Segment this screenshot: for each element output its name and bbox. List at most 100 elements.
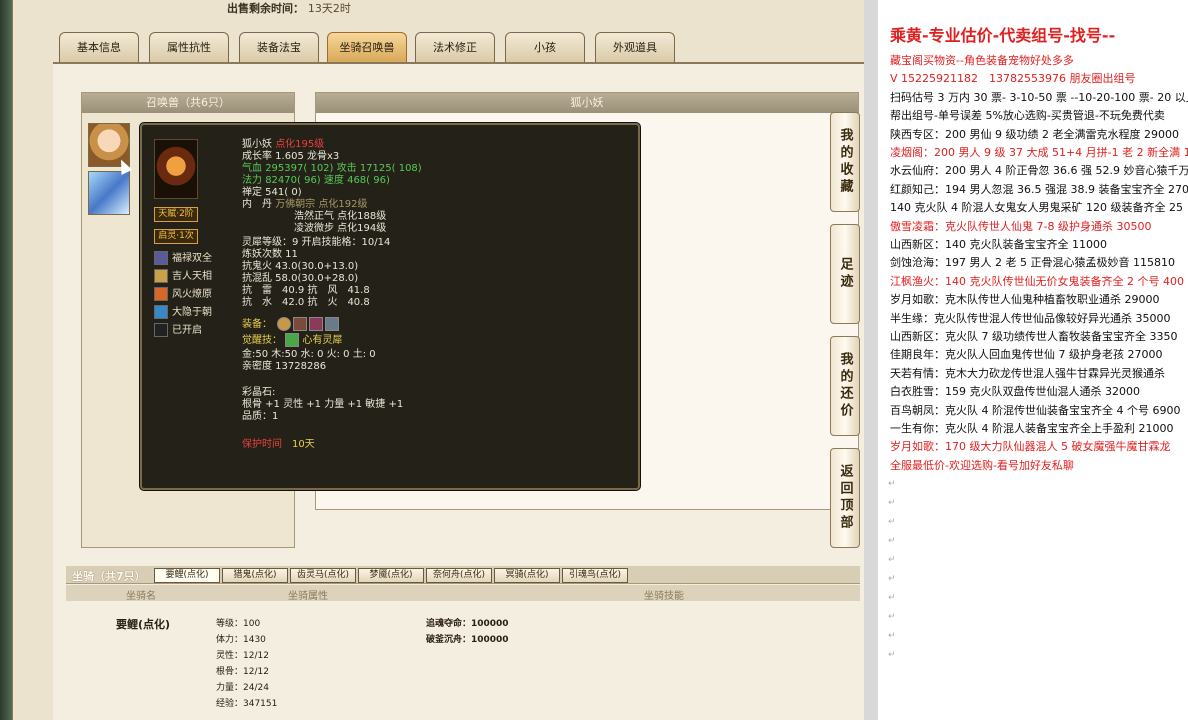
doc-line: 岁月如歌：克木队传世人仙鬼种植畜牧职业通杀 29000 — [890, 293, 1160, 307]
col-mount-name: 坐骑名 — [126, 591, 156, 602]
mount-attr-stamina: 体力：1430 — [216, 635, 266, 645]
pet-skill-2: 吉人天相 — [154, 269, 212, 285]
tab-appearance[interactable]: 外观道具 — [595, 32, 675, 62]
equip-claw-icon[interactable] — [293, 317, 308, 331]
doc-line: 水云仙府：200 男人 4 阶正骨忽 36.6 强 52.9 妙音心猿千万 — [890, 164, 1188, 178]
doc-line: 剑蚀沧海：197 男人 2 老 5 正骨混心猿孟极妙音 115810 — [890, 256, 1175, 270]
equip-line: 装备： — [242, 317, 340, 331]
my-bargain-button[interactable]: 我的还价 — [830, 336, 860, 436]
mount-table-body: 要鲤(点化) 等级：100 体力：1430 灵性：12/12 根骨：12/12 … — [66, 601, 860, 720]
crystal-attrs: 根骨 +1 灵性 +1 力量 +1 敏捷 +1 — [242, 399, 404, 410]
doc-line: 山西新区：克火队 7 级功绩传世人畜牧装备宝宝齐全 3350 — [890, 330, 1178, 343]
mount-attr-power: 力量：24/24 — [216, 683, 269, 693]
equip-helm-icon[interactable] — [309, 317, 324, 331]
summon-panel-title: 召唤兽（共6只） — [82, 93, 294, 113]
skill-icon — [154, 251, 168, 265]
tab-equipment[interactable]: 装备法宝 — [239, 32, 319, 62]
equip-ring-icon[interactable] — [277, 317, 292, 331]
mount-attr-spirit: 灵性：12/12 — [216, 651, 269, 661]
pet-skill-4: 大隐于朝 — [154, 305, 212, 321]
paragraph-mark-icon: ↵ — [888, 612, 896, 623]
hp-atk-line: 气血 295397( 102) 攻击 17125( 108) — [242, 163, 422, 174]
doc-line: 凌烟阁：200 男人 9 级 37 大成 51+4 月拼-1 老 2 新全满 1… — [890, 146, 1188, 159]
col-mount-skill: 坐骑技能 — [644, 591, 684, 602]
mount-attr-bone: 根骨：12/12 — [216, 667, 269, 677]
doc-line: 陕西专区：200 男仙 9 级功绩 2 老全满雷克水程度 29000 — [890, 127, 1179, 141]
tab-basic-info[interactable]: 基本信息 — [59, 32, 139, 62]
summon-avatar-2[interactable] — [88, 171, 130, 215]
intimacy-line: 亲密度 13728286 — [242, 361, 327, 372]
doc-title: 乘黄-专业估价-代卖组号-找号-- — [890, 26, 1116, 45]
mount-tab-2[interactable]: 猎鬼(点化) — [222, 568, 288, 583]
skill-icon — [154, 287, 168, 301]
mp-spd-line: 法力 82470( 96) 速度 468( 96) — [242, 175, 390, 186]
mount-tab-4[interactable]: 梦魇(点化) — [358, 568, 424, 583]
mount-tab-5[interactable]: 奈何舟(点化) — [426, 568, 492, 583]
mount-tab-1[interactable]: 要鲤(点化) — [154, 568, 220, 583]
awaken-skill-icon — [285, 333, 300, 347]
res-thunder-line: 抗 雷 40.9 抗 风 41.8 — [242, 285, 370, 296]
paragraph-mark-icon: ↵ — [888, 631, 896, 642]
mount-tab-bar: 坐骑（共7只） 要鲤(点化) 猎鬼(点化) 齿灵马(点化) 梦魇(点化) 奈何舟… — [66, 566, 860, 584]
pet-skill-3: 风火燎原 — [154, 287, 212, 303]
mount-skill-2: 破釜沉舟：100000 — [426, 635, 509, 645]
doc-line: 傲雪凌霜：克火队传世人仙鬼 7-8 级护身通杀 30500 — [890, 219, 1152, 233]
skill-icon — [154, 269, 168, 283]
tab-mount-summon[interactable]: 坐骑召唤兽 — [327, 32, 407, 62]
doc-line: 藏宝阁买物资--角色装备宠物好处多多 — [890, 54, 1074, 67]
skill-icon — [154, 305, 168, 319]
res-chaos-line: 抗混乱 58.0(30.0+28.0) — [242, 273, 359, 284]
crystal-label: 彩晶石: — [242, 387, 276, 398]
res-water-line: 抗 水 42.0 抗 火 40.8 — [242, 297, 370, 308]
paragraph-mark-icon: ↵ — [888, 593, 896, 604]
doc-line: 百鸟朝凤：克火队 4 阶混传世仙装备宝宝齐全 4 个号 6900 — [890, 403, 1181, 417]
skill-icon — [154, 323, 168, 337]
doc-line: 帮出组号-单号误差 5%放心选购-买贵管退-不玩免费代卖 — [890, 109, 1165, 123]
talent-badge: 天赋·2阶 — [154, 207, 198, 222]
summon-detail-title: 狐小妖 — [316, 93, 858, 113]
mount-tab-6[interactable]: 冥骑(点化) — [494, 568, 560, 583]
tab-attributes[interactable]: 属性抗性 — [149, 32, 229, 62]
sale-time-value: 13天2时 — [307, 2, 351, 15]
col-mount-attr: 坐骑属性 — [288, 591, 328, 602]
paragraph-mark-icon: ↵ — [888, 555, 896, 566]
doc-line: 天若有情：克木大力砍龙传世混人强牛甘霖异光灵猴通杀 — [890, 366, 1165, 380]
mount-table-header: 坐骑名 坐骑属性 坐骑技能 — [66, 585, 860, 602]
mount-tab-7[interactable]: 引魂鸟(点化) — [562, 568, 628, 583]
back-to-top-button[interactable]: 返回顶部 — [830, 448, 860, 548]
doc-line: 全服最低价-欢迎选购-看号加好友私聊 — [890, 458, 1074, 472]
summon-tooltip: 天赋·2阶 启灵·1次 福禄双全 吉人天相 风火燎原 大隐于朝 已开启 狐小妖 … — [140, 123, 640, 490]
paragraph-mark-icon: ↵ — [888, 650, 896, 661]
doc-line: V 15225921182 13782553976 朋友圈出组号 — [890, 72, 1136, 86]
paragraph-mark-icon: ↵ — [888, 574, 896, 585]
desktop-edge — [0, 0, 12, 720]
inner-core-line-2: 浩然正气 点化188级 — [294, 211, 387, 222]
my-favorites-button[interactable]: 我的收藏 — [830, 112, 860, 212]
inner-core-line-1: 内 丹 万佛朝宗 点化192级 — [242, 199, 368, 210]
mount-title: 坐骑（共7只） — [72, 570, 146, 583]
inner-core-line-3: 凌波微步 点化194级 — [294, 223, 387, 234]
mount-tab-3[interactable]: 齿灵马(点化) — [290, 568, 356, 583]
doc-line: 山西新区：140 克火队装备宝宝齐全 11000 — [890, 238, 1107, 251]
mount-name: 要鲤(点化) — [116, 618, 171, 631]
paragraph-mark-icon: ↵ — [888, 536, 896, 547]
mount-attr-level: 等级：100 — [216, 619, 261, 629]
protect-line: 保护时间 10天 — [242, 439, 315, 450]
footprint-button[interactable]: 足迹 — [830, 224, 860, 324]
tab-spell-correction[interactable]: 法术修正 — [415, 32, 495, 62]
equip-armor-icon[interactable] — [325, 317, 340, 331]
doc-line: 白衣胜雪：159 克火队双盘传世仙混人通杀 32000 — [890, 385, 1140, 399]
tab-child[interactable]: 小孩 — [505, 32, 585, 62]
window-divider — [864, 0, 878, 720]
doc-line: 江枫渔火：140 克火队传世仙无价女鬼装备齐全 2 个号 400 — [890, 274, 1184, 288]
doc-line: 红颜知己：194 男人忽混 36.5 强混 38.9 装备宝宝齐全 2700 — [890, 182, 1188, 196]
paragraph-mark-icon: ↵ — [888, 498, 896, 509]
doc-line: 一生有你：克火队 4 阶混人装备宝宝齐全上手盈利 21000 — [890, 422, 1174, 435]
sale-time-label: 出售剩余时间： — [227, 2, 304, 15]
refine-line: 炼妖次数 11 — [242, 249, 298, 260]
doc-line: 岁月如歌：170 级大力队仙器混人 5 破女魔强牛魔甘霖龙 — [890, 440, 1171, 454]
paragraph-mark-icon: ↵ — [888, 479, 896, 490]
res-ghost-line: 抗鬼火 43.0(30.0+13.0) — [242, 261, 359, 272]
mount-attr-exp: 经验：347151 — [216, 699, 278, 709]
sale-time: 出售剩余时间： 13天2时 — [227, 0, 351, 16]
